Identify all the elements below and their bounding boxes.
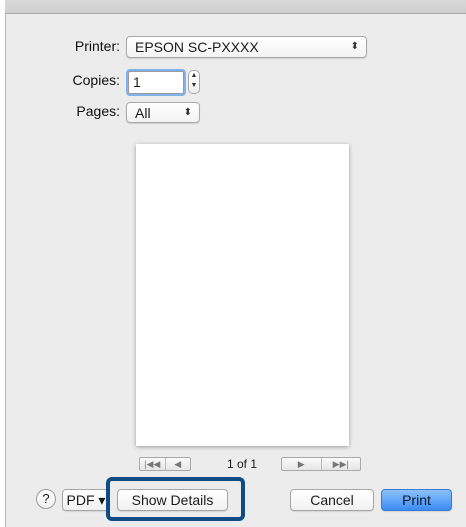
copies-field[interactable]: 1: [128, 71, 184, 94]
pages-value: All: [135, 105, 151, 121]
pages-popup[interactable]: All ⬍: [126, 102, 200, 123]
popup-arrows-icon: ⬍: [350, 41, 359, 52]
print-preview-page: [136, 144, 349, 446]
stepper-down-icon[interactable]: ▼: [189, 81, 199, 91]
window-titlebar: [5, 0, 466, 14]
printer-value: EPSON SC-PXXXX: [135, 39, 259, 55]
pdf-menu-button[interactable]: PDF ▾: [62, 489, 110, 511]
printer-popup[interactable]: EPSON SC-PXXXX ⬍: [126, 36, 367, 58]
page-count: 1 of 1: [227, 457, 258, 471]
help-button[interactable]: ?: [36, 489, 56, 509]
next-page-icon[interactable]: ▶: [282, 458, 321, 470]
previous-page-icon[interactable]: ◀: [164, 458, 191, 470]
preview-next-buttons[interactable]: ▶ ▶▶|: [281, 457, 361, 471]
callout-highlight: [106, 477, 245, 521]
print-button[interactable]: Print: [381, 489, 452, 511]
cancel-button[interactable]: Cancel: [290, 489, 374, 511]
pages-label: Pages:: [76, 103, 120, 119]
printer-label: Printer:: [74, 38, 120, 54]
copies-label: Copies:: [72, 72, 120, 88]
preview-prev-buttons[interactable]: |◀◀ ◀: [139, 457, 191, 471]
stepper-up-icon[interactable]: ▲: [189, 71, 199, 81]
last-page-icon[interactable]: ▶▶|: [320, 458, 361, 470]
first-page-icon[interactable]: |◀◀: [140, 458, 165, 470]
popup-arrows-icon: ⬍: [183, 107, 192, 118]
copies-stepper[interactable]: ▲ ▼: [188, 70, 200, 94]
